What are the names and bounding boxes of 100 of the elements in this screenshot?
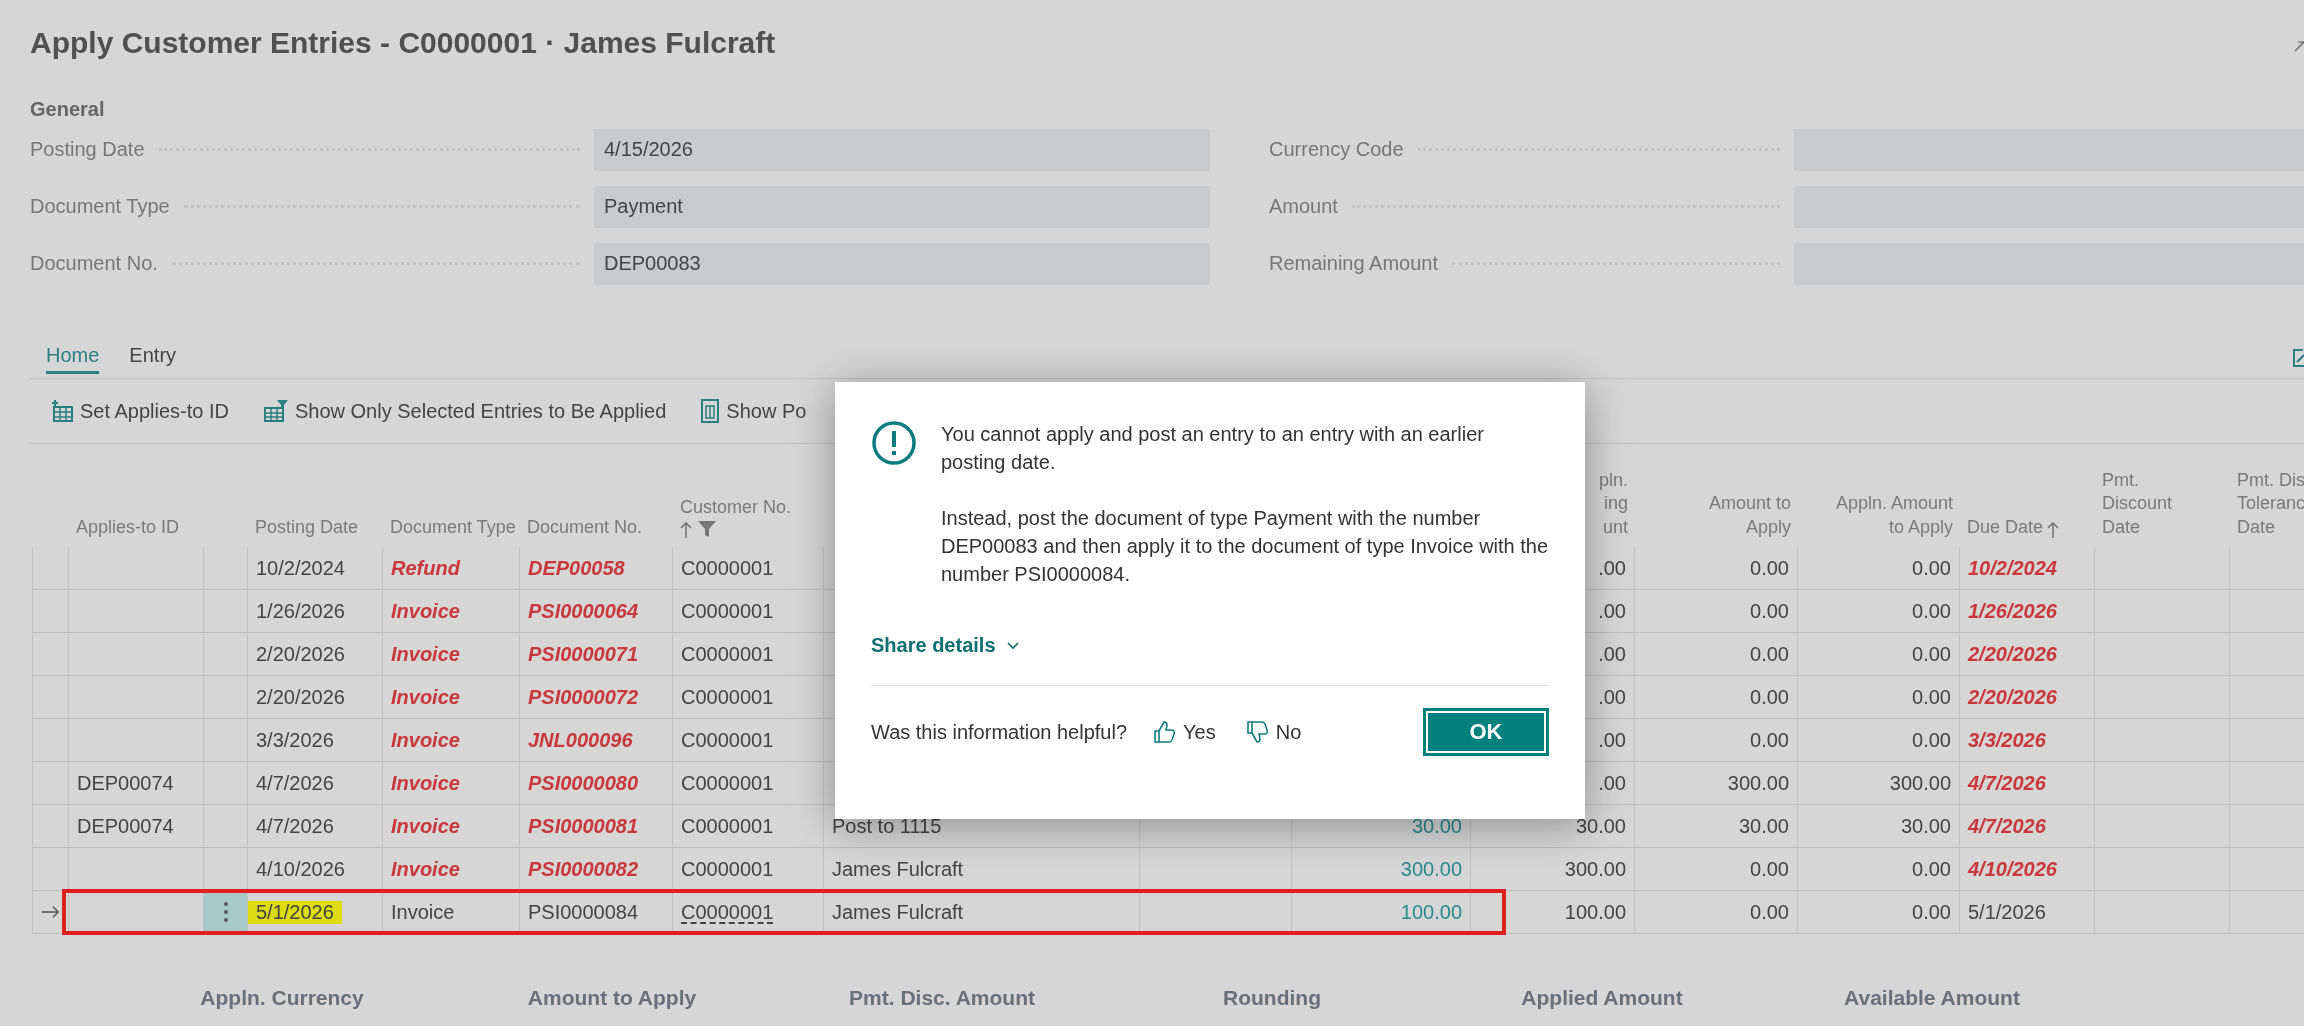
yes-button[interactable]: Yes <box>1153 720 1216 744</box>
table-cell: 4/7/2026 <box>256 771 334 795</box>
column-header[interactable]: Applies-to ID <box>76 515 180 539</box>
error-detail: Instead, post the document of type Payment with the number DEP00083 and then apply it to the document of type Invoice with the number PSI0000084. <box>941 506 1549 587</box>
table-cell[interactable]: C0000001 <box>681 857 774 881</box>
table-cell: 10/2/2024 <box>256 556 345 580</box>
tab[interactable]: Home <box>46 340 100 374</box>
table-cell: 3/3/2026 <box>1968 728 2046 752</box>
table-cell: 1/26/2026 <box>256 599 345 623</box>
table-cell: PSI0000064 <box>528 599 639 623</box>
table-cell: 100.00 <box>1564 900 1626 924</box>
table-cell: 300.00 <box>1727 771 1789 795</box>
table-cell: DEP00074 <box>77 771 174 795</box>
table-cell[interactable]: C0000001 <box>681 556 774 580</box>
table-cell: 10/2/2024 <box>1968 556 2057 580</box>
input-field[interactable]: Payment <box>594 185 1210 228</box>
table-cell: James Fulcraft <box>832 900 964 924</box>
table-cell[interactable]: C0000001 <box>681 685 774 709</box>
table-cell: .00 <box>1598 685 1626 709</box>
column-header[interactable]: pln. ing unt <box>1598 468 1628 539</box>
table-cell: PSI0000071 <box>528 642 639 666</box>
table-cell: DEP00074 <box>77 814 174 838</box>
ok-button[interactable]: OK <box>1423 708 1549 756</box>
table-cell: 0.00 <box>1750 599 1789 623</box>
table-cell: 30.00 <box>1738 814 1789 838</box>
table-cell: 0.00 <box>1912 685 1951 709</box>
table-cell: 2/20/2026 <box>1968 685 2057 709</box>
table-cell: 0.00 <box>1912 728 1951 752</box>
table-cell: Invoice <box>391 900 455 924</box>
table-cell: Invoice <box>391 771 460 795</box>
chevron-down-icon <box>1005 640 1020 651</box>
table-cell: .00 <box>1598 556 1626 580</box>
share-details-link[interactable]: Share details <box>871 634 1020 657</box>
tab[interactable]: Entry <box>129 340 177 374</box>
column-header[interactable]: Appln. Amount to Apply <box>1835 492 1953 539</box>
field-label: Document Type <box>30 195 170 218</box>
table-cell: 0.00 <box>1912 599 1951 623</box>
field-label: Currency Code <box>1269 138 1404 161</box>
error-message: You cannot apply and post an entry to an entry with an earlier posting date. <box>941 422 1485 475</box>
table-cell: 2/20/2026 <box>256 685 345 709</box>
table-cell: Refund <box>391 556 460 580</box>
table-cell: 0.00 <box>1912 857 1951 881</box>
table-cell: .00 <box>1598 599 1626 623</box>
table-cell: 0.00 <box>1750 900 1789 924</box>
table-cell: 0.00 <box>1912 900 1951 924</box>
table-cell: 300.00 <box>1564 857 1626 881</box>
grid-icon <box>50 399 74 423</box>
table-cell: 0.00 <box>1750 857 1789 881</box>
total-label: Amount to Apply <box>526 986 698 1010</box>
table-cell: 300.00 <box>1889 771 1951 795</box>
table-cell: 5/1/2026 <box>248 900 342 924</box>
section-heading: General <box>30 98 106 121</box>
table-cell[interactable]: C0000001 <box>681 642 774 666</box>
table-cell: DEP00058 <box>528 556 625 580</box>
table-cell[interactable]: C0000001 <box>681 900 774 924</box>
table-cell: PSI0000081 <box>528 814 639 838</box>
filter-grid-icon <box>262 399 289 423</box>
input-field[interactable]: DEP00083 <box>594 242 1210 285</box>
toolbar-action[interactable]: Show Only Selected Entries to Be Applied <box>262 399 667 423</box>
table-cell: 0.00 <box>1750 728 1789 752</box>
column-header[interactable]: Document No. <box>527 515 643 539</box>
table-cell: .00 <box>1598 642 1626 666</box>
table-cell: 2/20/2026 <box>1968 642 2057 666</box>
table-cell: 4/10/2026 <box>1968 857 2057 881</box>
toolbar-action[interactable]: Show Po <box>700 399 807 423</box>
column-header[interactable]: Document Type <box>390 515 516 539</box>
table-cell[interactable]: C0000001 <box>681 814 774 838</box>
column-header[interactable]: Amount to Apply <box>1708 492 1791 539</box>
column-header[interactable]: Customer No. <box>680 495 792 519</box>
table-cell: 0.00 <box>1912 556 1951 580</box>
table-cell[interactable]: C0000001 <box>681 728 774 752</box>
column-header[interactable]: Pmt. Discount Date <box>2102 468 2173 539</box>
table-cell[interactable]: C0000001 <box>681 771 774 795</box>
open-in-new-icon[interactable] <box>2292 346 2304 368</box>
table-cell: PSI0000084 <box>528 900 639 924</box>
toolbar-action[interactable]: Set Applies-to ID <box>50 399 229 423</box>
column-header[interactable]: Posting Date <box>255 515 359 539</box>
table-cell[interactable]: C0000001 <box>681 599 774 623</box>
table-cell: Invoice <box>391 685 460 709</box>
total-label: Pmt. Disc. Amount <box>848 986 1036 1010</box>
table-cell: 30.00 <box>1900 814 1951 838</box>
table-cell: Invoice <box>391 728 460 752</box>
warning-icon <box>871 420 917 466</box>
table-cell: 0.00 <box>1750 642 1789 666</box>
table-cell: Post to 1115 <box>832 814 942 838</box>
feedback-question: Was this information helpful? <box>871 720 1128 744</box>
more-options-icon[interactable] <box>222 901 229 923</box>
no-button[interactable]: No <box>1245 720 1302 744</box>
field-label: Remaining Amount <box>1269 252 1438 275</box>
table-cell: PSI0000080 <box>528 771 639 795</box>
table-cell: Invoice <box>391 599 460 623</box>
total-label: Available Amount <box>1843 986 2021 1010</box>
input-field[interactable]: 4/15/2026 <box>594 128 1210 171</box>
table-cell: Invoice <box>391 857 460 881</box>
table-cell: JNL000096 <box>528 728 633 752</box>
table-cell: 4/10/2026 <box>256 857 345 881</box>
expand-icon[interactable] <box>2294 38 2304 52</box>
table-cell: Invoice <box>391 642 460 666</box>
table-cell: 4/7/2026 <box>256 814 334 838</box>
table-cell: .00 <box>1598 728 1626 752</box>
